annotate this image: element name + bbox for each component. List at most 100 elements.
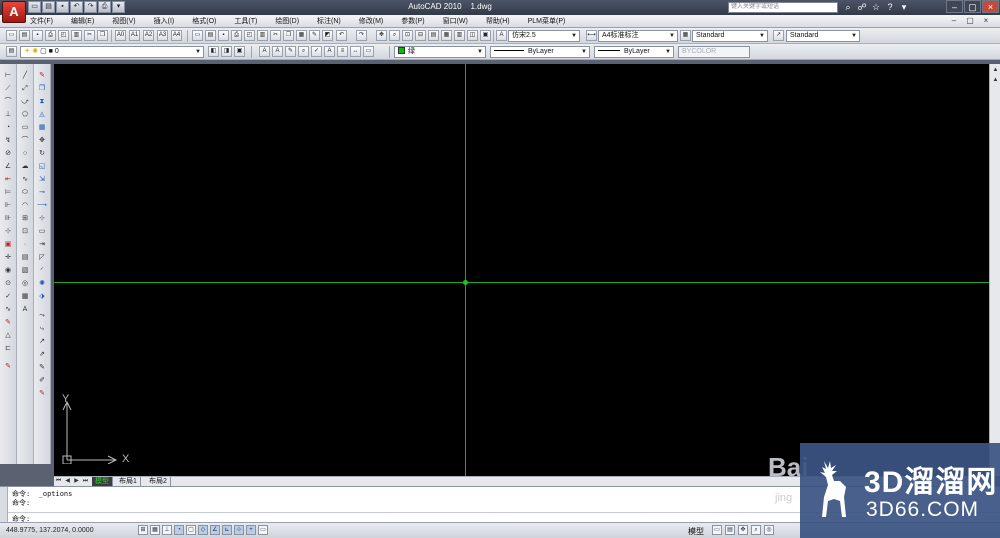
jogged-linear-icon[interactable]: ⊙ xyxy=(2,278,14,289)
rectangle-icon[interactable]: ▭ xyxy=(19,122,31,133)
next-tab-icon[interactable]: ▶ xyxy=(72,477,81,486)
gradient-icon[interactable]: ▧ xyxy=(19,265,31,276)
design-center-icon[interactable]: ▦ xyxy=(441,30,452,41)
linear-dimension-icon[interactable]: ⊢ xyxy=(2,70,14,81)
offset-icon[interactable]: ◬ xyxy=(36,109,48,120)
ellipse-icon[interactable]: ⬭ xyxy=(19,187,31,198)
plot-preview-icon[interactable]: ◰ xyxy=(58,30,69,41)
convert-distance-icon[interactable]: ↔ xyxy=(350,46,361,57)
copy-object-icon[interactable]: ❐ xyxy=(36,83,48,94)
menu-parametric[interactable]: 参数(P) xyxy=(401,17,424,26)
extend-icon[interactable]: ⟶ xyxy=(36,200,48,211)
properties-icon[interactable]: ▤ xyxy=(428,30,439,41)
insert-block-icon[interactable]: ⊞ xyxy=(19,213,31,224)
block-editor-icon[interactable]: ◩ xyxy=(322,30,333,41)
dim-edit-icon[interactable]: ✓ xyxy=(2,291,14,302)
publish-3d-icon[interactable]: ▥ xyxy=(257,30,268,41)
menu-help[interactable]: 帮助(H) xyxy=(486,17,510,26)
dim-style-combo[interactable]: A4标准标注 ▼ xyxy=(598,30,678,42)
color-combo[interactable]: 绿 ▼ xyxy=(394,46,486,58)
tab-model[interactable]: 模型 xyxy=(92,477,113,486)
layer-previous-icon[interactable]: ◨ xyxy=(221,46,232,57)
maximize-button[interactable]: ▢ xyxy=(964,0,981,13)
menu-window[interactable]: 窗口(W) xyxy=(443,17,468,26)
drawing-area[interactable]: Y X xyxy=(54,64,989,476)
angular-icon[interactable]: ∠ xyxy=(2,161,14,172)
layer-combo[interactable]: ☀ ✺ ▢ ■ 0 ▼ xyxy=(20,46,204,58)
break-icon[interactable]: ⊹ xyxy=(2,226,14,237)
quick-view-layouts-icon[interactable]: ▭ xyxy=(712,525,722,535)
chamfer-tool-icon[interactable]: ⤷ xyxy=(36,323,48,334)
doc-minimize-button[interactable]: – xyxy=(948,16,960,26)
qat-dropdown-icon[interactable]: ▾ xyxy=(112,1,125,13)
dim-text-edit-icon[interactable]: ∿ xyxy=(2,304,14,315)
multiline-text-tool-icon[interactable]: A xyxy=(19,304,31,315)
match-properties-icon[interactable]: ✎ xyxy=(309,30,320,41)
scroll-up-icon[interactable]: ▲ xyxy=(991,76,1000,85)
grid-toggle[interactable]: ▦ xyxy=(150,525,160,535)
plot-drawing-icon[interactable]: ⎙ xyxy=(45,30,56,41)
linetype-combo[interactable]: ByLayer ▼ xyxy=(490,46,590,58)
ordinate-icon[interactable]: ⊥ xyxy=(2,109,14,120)
ungroup-icon[interactable]: ✐ xyxy=(36,375,48,386)
save-icon[interactable]: ▪ xyxy=(56,1,69,13)
lengthen-icon[interactable]: ↗ xyxy=(36,336,48,347)
steering-wheel-icon[interactable]: ◎ xyxy=(764,525,774,535)
calculator-icon[interactable]: ▣ xyxy=(480,30,491,41)
properties-match-icon[interactable]: ✎ xyxy=(36,388,48,399)
redo-icon[interactable]: ↷ xyxy=(84,1,97,13)
tb-undo-icon[interactable]: ↶ xyxy=(336,30,347,41)
line-icon[interactable]: ╱ xyxy=(19,70,31,81)
fillet-tool-icon[interactable]: ⤳ xyxy=(36,310,48,321)
arc-icon[interactable]: ⌒ xyxy=(19,135,31,146)
qplot-icon[interactable]: ⎙ xyxy=(231,30,242,41)
break-object-icon[interactable]: ▭ xyxy=(36,226,48,237)
trim-icon[interactable]: ⊸ xyxy=(36,187,48,198)
menu-format[interactable]: 格式(O) xyxy=(192,17,216,26)
sheet-set-icon[interactable]: ◫ xyxy=(467,30,478,41)
vertical-scrollbar[interactable]: ▲ ▲ xyxy=(989,64,1000,476)
arc-length-icon[interactable]: ⌒ xyxy=(2,96,14,107)
dim-update-icon[interactable]: ✎ xyxy=(2,317,14,328)
scroll-up-icon[interactable]: ▲ xyxy=(991,66,1000,75)
spell-check-icon[interactable]: ✓ xyxy=(311,46,322,57)
doc-restore-button[interactable]: ▢ xyxy=(964,16,976,26)
table-style-combo[interactable]: Standard ▼ xyxy=(692,30,768,42)
qopen-icon[interactable]: ▤ xyxy=(205,30,216,41)
publish-icon[interactable]: ▥ xyxy=(71,30,82,41)
first-tab-icon[interactable]: ⏮ xyxy=(54,477,63,486)
zoom-realtime-icon[interactable]: ⌕ xyxy=(389,30,400,41)
tab-layout1[interactable]: 布局1 xyxy=(116,477,141,486)
ducs-toggle[interactable]: ⊾ xyxy=(222,525,232,535)
radius-icon[interactable]: ◔ xyxy=(2,122,14,133)
stretch-icon[interactable]: ⇲ xyxy=(36,174,48,185)
quick-dimension-icon[interactable]: ⇤ xyxy=(2,174,14,185)
zoom-status-icon[interactable]: ⌕ xyxy=(751,525,761,535)
dim-override-icon[interactable]: ⊏ xyxy=(2,343,14,354)
rotate-icon[interactable]: ↻ xyxy=(36,148,48,159)
join-icon[interactable]: ⇥ xyxy=(36,239,48,250)
mirror-icon[interactable]: ⧗ xyxy=(36,96,48,107)
scale-icon[interactable]: ◱ xyxy=(36,161,48,172)
multileader-style-combo[interactable]: Standard ▼ xyxy=(786,30,860,42)
new-file-icon[interactable]: ▭ xyxy=(28,1,41,13)
search-icon[interactable]: ⌕ xyxy=(842,1,854,13)
cut-icon[interactable]: ✂ xyxy=(84,30,95,41)
plot-icon[interactable]: ⎙ xyxy=(98,1,111,13)
diameter-icon[interactable]: ⊘ xyxy=(2,148,14,159)
previous-tab-icon[interactable]: ◀ xyxy=(63,477,72,486)
hatch-icon[interactable]: ▤ xyxy=(19,252,31,263)
menu-tools[interactable]: 工具(T) xyxy=(234,17,257,26)
close-button[interactable]: × xyxy=(982,0,999,13)
single-line-text-icon[interactable]: A xyxy=(259,46,270,57)
menu-edit[interactable]: 编辑(E) xyxy=(71,17,94,26)
tb-redo-icon[interactable]: ↷ xyxy=(356,30,367,41)
zoom-window-icon[interactable]: ⊡ xyxy=(402,30,413,41)
open-file-icon[interactable]: ▤ xyxy=(42,1,55,13)
construction-line-icon[interactable]: ⤢ xyxy=(19,83,31,94)
minimize-button[interactable]: – xyxy=(946,0,963,13)
text-style-a0-button[interactable]: A0 xyxy=(115,30,126,41)
table-style-icon[interactable]: ▦ xyxy=(680,30,691,41)
lineweight-combo[interactable]: ByLayer ▼ xyxy=(594,46,674,58)
menu-plm[interactable]: PLM菜单(P) xyxy=(528,17,566,26)
